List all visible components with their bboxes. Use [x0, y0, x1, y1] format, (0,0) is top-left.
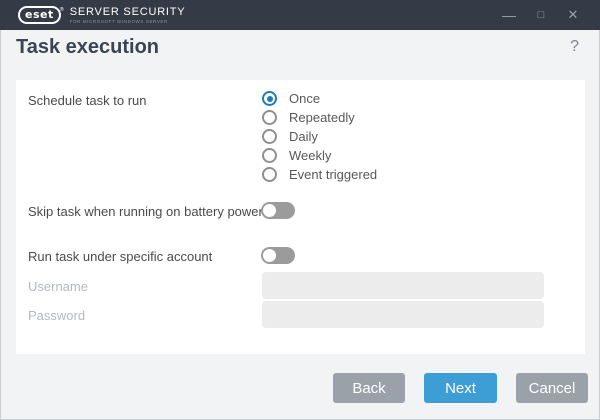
radio-option-label[interactable]: Event triggered [289, 167, 377, 182]
schedule-radio-group: Once Repeatedly Daily Weekly Event trigg… [262, 91, 377, 186]
window-controls: — □ ✕ [490, 4, 600, 26]
radio-icon[interactable] [262, 167, 277, 182]
minimize-icon[interactable]: — [496, 4, 522, 26]
radio-option-repeatedly[interactable]: Repeatedly [262, 110, 377, 125]
password-input[interactable] [262, 301, 544, 328]
eset-logo: eset® [18, 6, 61, 24]
run-under-account-label: Run task under specific account [28, 249, 212, 264]
brand-block: SERVER SECURITY FOR MICROSOFT WINDOWS SE… [70, 6, 186, 24]
radio-option-label[interactable]: Daily [289, 129, 318, 144]
next-button[interactable]: Next [424, 373, 497, 403]
page-title: Task execution [16, 36, 159, 59]
radio-option-weekly[interactable]: Weekly [262, 148, 377, 163]
username-input[interactable] [262, 272, 544, 299]
product-subtitle: FOR MICROSOFT WINDOWS SERVER [70, 19, 186, 24]
skip-on-battery-label: Skip task when running on battery power [28, 204, 263, 219]
radio-icon[interactable] [262, 129, 277, 144]
radio-option-event-triggered[interactable]: Event triggered [262, 167, 377, 182]
run-under-account-toggle[interactable] [261, 247, 295, 264]
radio-option-label[interactable]: Weekly [289, 148, 331, 163]
content-panel: Schedule task to run Once Repeatedly Dai… [16, 80, 585, 354]
radio-option-once[interactable]: Once [262, 91, 377, 106]
username-label: Username [28, 279, 88, 294]
radio-option-label[interactable]: Repeatedly [289, 110, 355, 125]
radio-icon[interactable] [262, 110, 277, 125]
titlebar: eset® SERVER SECURITY FOR MICROSOFT WIND… [0, 0, 600, 30]
password-label: Password [28, 308, 85, 323]
schedule-task-label: Schedule task to run [28, 93, 147, 108]
radio-icon[interactable] [262, 91, 277, 106]
task-execution-window: { "titlebar": { "logo_text": "eset", "re… [0, 0, 600, 420]
maximize-icon[interactable]: □ [528, 4, 554, 26]
skip-on-battery-toggle[interactable] [261, 202, 295, 219]
back-button[interactable]: Back [333, 373, 405, 403]
product-name: SERVER SECURITY [70, 6, 186, 18]
close-icon[interactable]: ✕ [560, 4, 586, 26]
cancel-button[interactable]: Cancel [516, 373, 588, 403]
registered-mark-icon: ® [59, 4, 65, 17]
radio-option-daily[interactable]: Daily [262, 129, 377, 144]
radio-option-label[interactable]: Once [289, 91, 320, 106]
radio-icon[interactable] [262, 148, 277, 163]
help-icon[interactable]: ? [570, 38, 579, 56]
